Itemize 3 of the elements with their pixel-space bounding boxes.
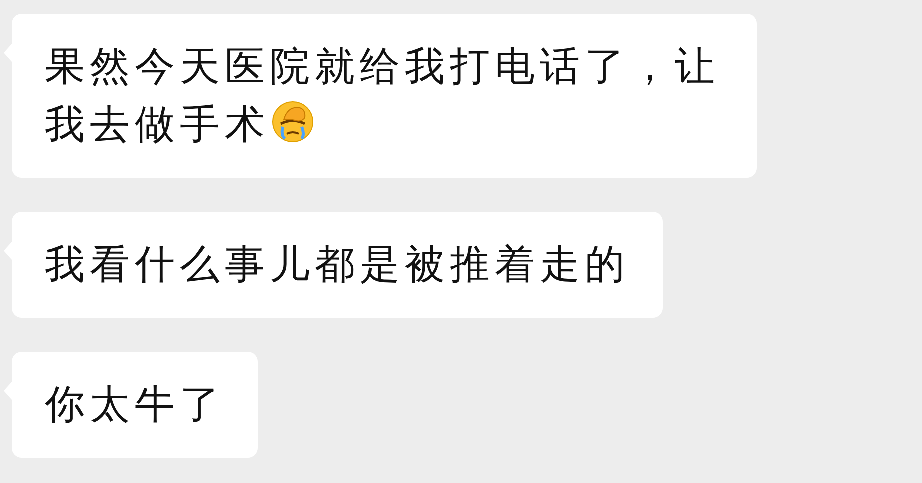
message-text: 果然今天医院就给我打电话了，让我去做手术	[45, 44, 720, 148]
message-text: 你太牛了	[45, 382, 225, 428]
message-text: 我看什么事儿都是被推着走的	[45, 242, 630, 288]
